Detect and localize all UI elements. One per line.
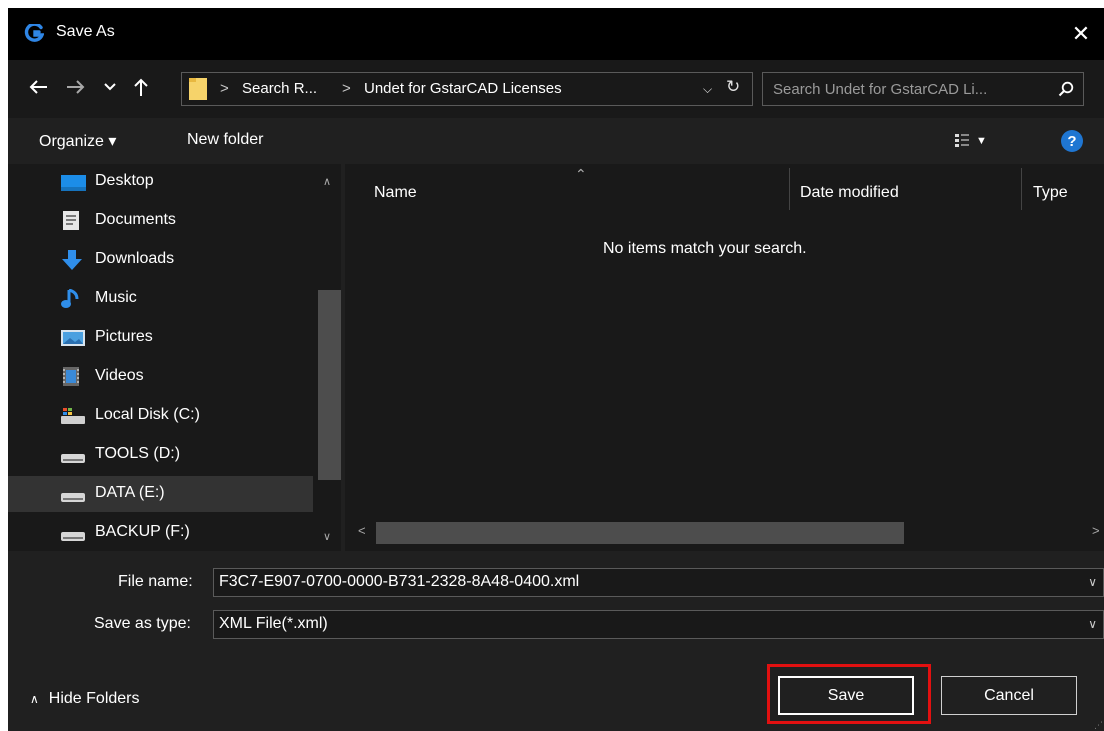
save-as-type-select[interactable]: XML File(*.xml) ∨ [213,610,1104,639]
nav-item-videos[interactable]: Videos [8,359,313,395]
chevron-up-icon: ∧ [30,692,39,706]
file-name-label: File name: [118,573,193,590]
drive-icon [61,454,85,463]
new-folder-button[interactable]: New folder [187,131,263,149]
search-icon[interactable] [1058,81,1074,97]
scrollbar-thumb[interactable] [376,522,904,544]
nav-item-downloads[interactable]: Downloads [8,242,313,278]
nav-item-label: Videos [95,367,144,384]
gstarcad-app-icon [24,24,44,42]
column-header-date-modified[interactable]: Date modified [800,184,899,202]
drive-icon [61,493,85,502]
chevron-down-icon [104,83,116,91]
hide-folders-label: Hide Folders [48,690,140,707]
forward-arrow-icon [67,80,85,94]
save-as-dialog: Save As ✕ > Search R... > Undet for Gsta… [8,8,1104,731]
navigation-bar: > Search R... > Undet for GstarCAD Licen… [8,60,1104,118]
title-bar: Save As ✕ [8,8,1104,60]
help-icon[interactable]: ? [1061,130,1083,152]
chevron-down-icon[interactable]: ∨ [1088,617,1097,631]
close-button[interactable]: ✕ [1058,8,1104,60]
search-box[interactable] [762,72,1084,106]
music-icon [61,289,79,308]
drive-icon [61,532,85,541]
recent-locations-button[interactable] [102,74,118,100]
hide-folders-button[interactable]: ∧ Hide Folders [30,690,140,708]
scroll-up-icon[interactable]: ∧ [323,175,331,188]
chevron-down-icon[interactable]: ∨ [1088,575,1097,589]
save-as-type-value: XML File(*.xml) [219,615,328,632]
column-header-name[interactable]: Name [374,184,417,202]
nav-item-local-disk-c[interactable]: Local Disk (C:) [8,398,313,434]
file-name-field[interactable]: F3C7-E907-0700-0000-B731-2328-8A48-0400.… [213,568,1104,597]
downloads-icon [62,250,82,270]
save-as-type-label: Save as type: [94,615,191,632]
file-list-scrollbar[interactable]: < > [345,519,1104,545]
nav-item-label: Documents [95,211,176,228]
breadcrumb-separator: > [342,80,351,97]
nav-item-desktop[interactable]: Desktop [8,164,313,200]
file-name-value: F3C7-E907-0700-0000-B731-2328-8A48-0400.… [219,573,580,590]
nav-item-data-e[interactable]: DATA (E:) [8,476,313,512]
nav-item-label: Downloads [95,250,175,267]
up-button[interactable] [130,74,152,100]
file-list: ⌃ Name Date modified Type No items match… [345,164,1104,551]
refresh-icon[interactable]: ↻ [726,77,740,97]
address-bar[interactable]: > Search R... > Undet for GstarCAD Licen… [181,72,753,106]
scroll-right-icon[interactable]: > [1092,523,1100,538]
breadcrumb-separator: > [220,80,229,97]
empty-message: No items match your search. [603,240,807,257]
pictures-icon [61,330,85,346]
documents-icon [63,211,79,230]
sort-ascending-icon: ⌃ [575,166,587,182]
column-divider[interactable] [1021,168,1022,210]
nav-item-label: BACKUP (F:) [95,523,190,540]
back-button[interactable] [26,74,50,100]
scrollbar-thumb[interactable] [318,290,341,480]
nav-item-backup-f[interactable]: BACKUP (F:) [8,515,313,551]
view-options-icon[interactable] [955,134,969,148]
breadcrumb-search-results[interactable]: Search R... [242,80,317,97]
videos-icon [63,367,79,386]
address-dropdown-icon[interactable]: ⌵ [703,82,712,97]
cancel-button[interactable]: Cancel [941,676,1077,715]
forward-button[interactable] [64,74,88,100]
folder-icon [189,78,207,100]
back-arrow-icon [29,80,47,94]
nav-item-label: Music [95,289,137,306]
view-dropdown-icon[interactable]: ▼ [976,135,987,147]
scroll-left-icon[interactable]: < [358,523,366,538]
navigation-pane: Desktop Documents Downloads Music Pictur… [8,164,341,551]
system-drive-icon [61,408,85,424]
organize-menu[interactable]: Organize ▾ [39,131,116,151]
desktop-icon [61,175,86,191]
column-header-type[interactable]: Type [1033,184,1068,202]
command-bar: Organize ▾ New folder ▼ ? [8,118,1104,164]
nav-item-label: Pictures [95,328,153,345]
scroll-down-icon[interactable]: ∨ [323,530,331,543]
resize-grip-icon[interactable]: ⋰ [1094,720,1103,731]
close-icon: ✕ [1071,21,1091,46]
nav-item-tools-d[interactable]: TOOLS (D:) [8,437,313,473]
breadcrumb-current-folder[interactable]: Undet for GstarCAD Licenses [364,80,562,97]
nav-item-label: TOOLS (D:) [95,445,181,462]
nav-item-label: Local Disk (C:) [95,406,200,423]
up-arrow-icon [134,78,148,96]
search-input[interactable] [773,79,1043,99]
nav-item-label: DATA (E:) [95,484,165,501]
nav-pane-scrollbar[interactable]: ∧ ∨ [315,164,341,551]
window-title: Save As [56,23,115,40]
nav-item-pictures[interactable]: Pictures [8,320,313,356]
column-divider[interactable] [789,168,790,210]
nav-item-label: Desktop [95,172,154,189]
nav-item-music[interactable]: Music [8,281,313,317]
nav-item-documents[interactable]: Documents [8,203,313,239]
save-button[interactable]: Save [778,676,914,715]
